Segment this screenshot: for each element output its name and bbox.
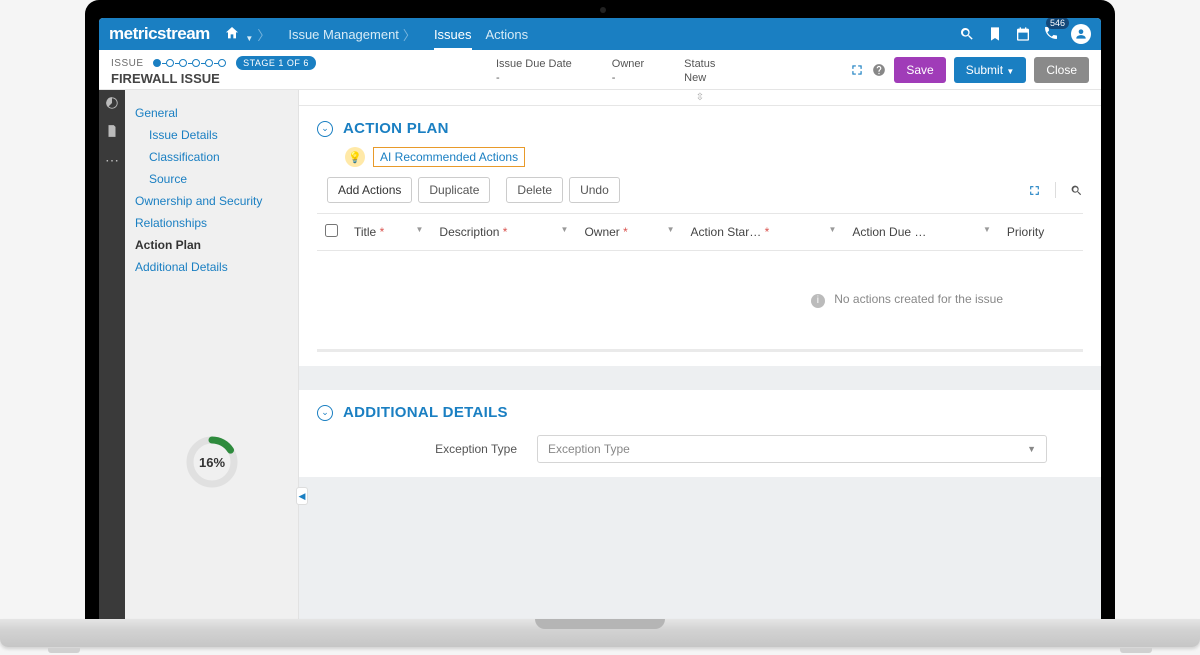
meta-owner: Owner- [612,56,644,84]
collapse-section-icon[interactable]: ⌄ [317,121,333,137]
meta-due-date: Issue Due Date- [496,56,572,84]
nav-issue-management[interactable]: Issue Management [288,27,399,42]
breadcrumb-sep: 〉 [257,25,270,44]
notification-count: 546 [1046,18,1069,29]
camera-dot [600,7,606,13]
col-description[interactable]: Description *▼ [431,214,576,251]
gauge-label: 16% [198,455,224,470]
exception-type-select[interactable]: Exception Type ▼ [537,435,1047,463]
page-subheader: ISSUE STAGE 1 OF 6 FIREWALL ISSUE [99,50,1101,90]
rail-doc-icon[interactable] [105,124,119,138]
close-button[interactable]: Close [1034,57,1089,83]
sidebar-item-issue-details[interactable]: Issue Details [135,124,288,146]
duplicate-button[interactable]: Duplicate [418,177,490,203]
page-kicker: ISSUE [111,58,144,69]
add-actions-button[interactable]: Add Actions [327,177,412,203]
empty-state-text: No actions created for the issue [834,292,1003,306]
rail-dashboard-icon[interactable] [105,96,119,110]
table-search-icon[interactable] [1070,184,1083,197]
sidebar-item-ownership[interactable]: Ownership and Security [135,190,288,212]
brand-logo: metricstream [109,24,210,44]
help-icon[interactable] [872,63,886,77]
col-owner[interactable]: Owner *▼ [576,214,682,251]
meta-status: StatusNew [684,56,715,84]
chevron-down-icon: ▼ [1027,444,1036,454]
main-content: ⇳ ⌄ ACTION PLAN 💡 AI Recommended Actions… [299,90,1101,620]
sidebar-item-additional-details[interactable]: Additional Details [135,256,288,278]
completion-gauge: 16% [125,434,298,490]
info-icon: i [811,294,825,308]
rail-more-icon[interactable]: ⋯ [105,152,119,169]
submit-button[interactable]: Submit ▼ [954,57,1027,83]
sidebar-item-action-plan[interactable]: Action Plan [135,234,288,256]
sidebar-item-relationships[interactable]: Relationships [135,212,288,234]
sidebar-item-source[interactable]: Source [135,168,288,190]
col-priority[interactable]: Priority [999,214,1083,251]
panel-drag-handle[interactable]: ⇳ [299,90,1101,106]
col-action-due[interactable]: Action Due …▼ [844,214,998,251]
home-dropdown[interactable]: ▼ [224,25,254,44]
col-action-start[interactable]: Action Star… *▼ [683,214,845,251]
bookmark-icon[interactable] [987,26,1003,42]
additional-details-title: ADDITIONAL DETAILS [343,404,508,421]
nav-issues[interactable]: Issues [434,27,472,50]
sidebar-item-general[interactable]: General [135,102,288,124]
collapse-section-icon[interactable]: ⌄ [317,405,333,421]
search-icon[interactable] [959,26,975,42]
user-icon [1074,27,1088,41]
lightbulb-icon: 💡 [345,147,365,167]
page-title-block: ISSUE STAGE 1 OF 6 FIREWALL ISSUE [111,53,316,86]
ai-recommended-actions-link[interactable]: AI Recommended Actions [373,147,525,167]
calendar-icon[interactable] [1015,26,1031,42]
left-rail: ⋯ [99,90,125,620]
notifications-button[interactable]: 546 [1043,25,1059,44]
user-avatar[interactable] [1071,24,1091,44]
sidebar-collapse-handle[interactable]: ◀ [296,487,308,505]
toolbar-divider [1055,182,1056,198]
page-title: FIREWALL ISSUE [111,71,316,86]
home-icon [224,25,240,41]
expand-icon[interactable] [850,63,864,77]
sidebar: General Issue Details Classification Sou… [125,90,299,620]
nav-actions[interactable]: Actions [486,27,529,42]
actions-table: Title *▼ Description *▼ Owner *▼ Action … [317,213,1083,352]
table-expand-icon[interactable] [1028,184,1041,197]
exception-type-placeholder: Exception Type [548,442,630,456]
empty-state-row: i No actions created for the issue [317,251,1083,351]
select-all-checkbox[interactable] [325,224,338,237]
action-plan-title: ACTION PLAN [343,120,449,137]
breadcrumb-sep: 〉 [403,25,416,44]
stage-progress-dots [153,59,227,67]
additional-details-panel: ⌄ ADDITIONAL DETAILS Exception Type Exce… [299,390,1101,477]
undo-button[interactable]: Undo [569,177,620,203]
save-button[interactable]: Save [894,57,945,83]
action-plan-panel: ⌄ ACTION PLAN 💡 AI Recommended Actions A… [299,106,1101,366]
sidebar-item-classification[interactable]: Classification [135,146,288,168]
top-nav: metricstream ▼ 〉 Issue Management 〉 Issu… [99,18,1101,50]
stage-badge: STAGE 1 OF 6 [236,56,316,70]
col-title[interactable]: Title *▼ [346,214,431,251]
delete-button[interactable]: Delete [506,177,563,203]
exception-type-label: Exception Type [377,442,517,456]
